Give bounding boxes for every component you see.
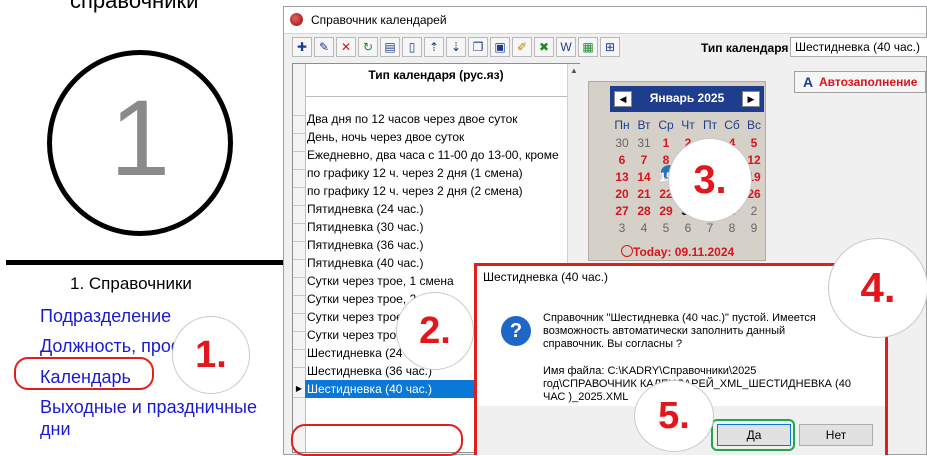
day-name: Сб (724, 118, 740, 132)
calendar-header: ◀ Январь 2025 ▶ (610, 86, 764, 112)
table-row[interactable]: по графику 12 ч. через 2 дня (1 смена) (305, 164, 567, 182)
calendar-day[interactable]: 27 (611, 204, 633, 218)
dialog-message: Справочник "Шестидневка (40 час.)" пусто… (543, 312, 816, 350)
table-row[interactable]: Два дня по 12 часов через двое суток (305, 110, 567, 128)
title-bar: Справочник календарей (284, 7, 926, 34)
section-title-cut: справочники (70, 0, 199, 13)
calendar-day[interactable]: 28 (633, 204, 655, 218)
book-icon[interactable]: ▯ (402, 37, 422, 57)
column-header[interactable]: Тип календаря (рус.яз) (305, 64, 567, 97)
calendar-day[interactable]: 4 (633, 221, 655, 235)
table-row[interactable]: Ежедневно, два часа с 11-00 до 13-00, кр… (305, 146, 567, 164)
link-holidays[interactable]: Выходные и праздничные дни (40, 396, 285, 440)
table-row[interactable]: День, ночь через двое суток (305, 128, 567, 146)
day-name: Вс (746, 118, 761, 132)
callout-5: 5. (634, 380, 714, 452)
calendar-month: Январь 2025 (649, 91, 725, 105)
link-department[interactable]: Подразделение (40, 305, 171, 327)
window-title: Справочник календарей (311, 13, 447, 27)
day-name: Чт (681, 118, 695, 132)
day-name: Пт (702, 118, 718, 132)
calendar-day[interactable]: 6 (677, 221, 699, 235)
calendar-day[interactable]: 3 (611, 221, 633, 235)
table-row[interactable]: Пятидневка (36 час.) (305, 236, 567, 254)
refresh-icon[interactable]: ↻ (358, 37, 378, 57)
autofill-button[interactable]: A Автозаполнение (794, 71, 926, 93)
calendar-type-label: Тип календаря (701, 41, 789, 55)
divider (6, 260, 298, 265)
add-icon[interactable]: ✚ (292, 37, 312, 57)
calendar-day[interactable]: 5 (655, 221, 677, 235)
word-icon[interactable]: W (556, 37, 576, 57)
callout-4: 4. (828, 238, 927, 338)
move-down-icon[interactable]: ⇣ (446, 37, 466, 57)
no-button[interactable]: Нет (799, 424, 873, 446)
calculator-icon[interactable]: ▦ (578, 37, 598, 57)
question-icon: ? (501, 316, 531, 346)
calendar-day[interactable]: 29 (655, 204, 677, 218)
delete-icon[interactable]: ✕ (336, 37, 356, 57)
dialog-title: Шестидневка (40 час.) (483, 270, 609, 284)
callout-2: 2. (396, 292, 474, 370)
next-month-icon[interactable]: ▶ (742, 91, 760, 107)
paste-icon[interactable]: ▣ (490, 37, 510, 57)
autofill-icon: A (803, 74, 814, 90)
prev-month-icon[interactable]: ◀ (614, 91, 632, 107)
scroll-up-icon[interactable]: ▲ (568, 66, 580, 76)
yes-button[interactable]: Да (717, 424, 791, 446)
day-name: Пн (614, 118, 630, 132)
calendar-day[interactable]: 9 (743, 221, 765, 235)
clear-icon[interactable]: ✐ (512, 37, 532, 57)
day-name: Ср (658, 118, 674, 132)
table-row[interactable]: по графику 12 ч. через 2 дня (2 смена) (305, 182, 567, 200)
calendar-day[interactable]: 20 (611, 187, 633, 201)
calendar-day[interactable]: 5 (743, 136, 765, 150)
calendar-day[interactable]: 30 (611, 136, 633, 150)
callout-1: 1. (172, 316, 250, 394)
calendar-day[interactable]: 14 (633, 170, 655, 184)
grid-icon[interactable]: ⊞ (600, 37, 620, 57)
copy-icon[interactable]: ❐ (468, 37, 488, 57)
table-row[interactable]: Пятидневка (24 час.) (305, 200, 567, 218)
today-marker (621, 245, 633, 257)
app-icon (290, 13, 303, 26)
today-label[interactable]: Today: 09.11.2024 (633, 245, 734, 259)
highlight-oval (291, 424, 463, 456)
move-up-icon[interactable]: ⇡ (424, 37, 444, 57)
calendar-day[interactable]: 7 (699, 221, 721, 235)
highlight-oval (14, 357, 154, 390)
section-title: 1. Справочники (70, 274, 192, 293)
edit-icon[interactable]: ✎ (314, 37, 334, 57)
columns-icon[interactable]: ▤ (380, 37, 400, 57)
calendar-day[interactable]: 8 (721, 221, 743, 235)
calendar-day[interactable]: 2 (743, 204, 765, 218)
calendar-day[interactable]: 6 (611, 153, 633, 167)
current-row-marker-icon: ▶ (293, 380, 305, 398)
calendar-type-combo[interactable]: Шестидневка (40 час.) (790, 37, 927, 57)
day-name: Вт (637, 118, 651, 132)
calendar-day[interactable]: 31 (633, 136, 655, 150)
callout-3: 3. (668, 138, 752, 222)
calendar-day[interactable]: 13 (611, 170, 633, 184)
big-number: 1 (109, 77, 171, 198)
calendar-day[interactable]: 1 (655, 136, 677, 150)
calendar-day[interactable]: 7 (633, 153, 655, 167)
calendar-day[interactable]: 21 (633, 187, 655, 201)
autofill-label: Автозаполнение (819, 75, 918, 89)
excel-icon[interactable]: ✖ (534, 37, 554, 57)
table-row[interactable]: Пятидневка (30 час.) (305, 218, 567, 236)
